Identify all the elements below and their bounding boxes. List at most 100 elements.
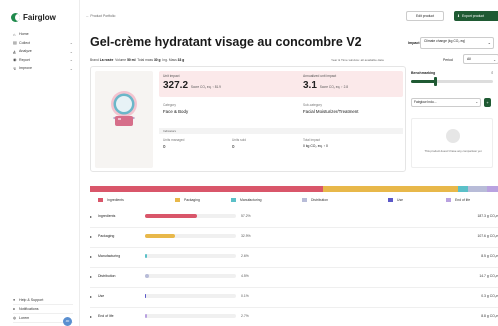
volume-label: Volume <box>115 58 127 62</box>
stack-segment-distribution[interactable] <box>468 186 487 192</box>
benchmarking-empty-state: This product doesn't have any comparison… <box>411 118 493 168</box>
period-label: Period <box>443 58 453 62</box>
empty-state-text: This product doesn't have any comparison… <box>424 149 482 153</box>
row-percent: 0.1% <box>241 293 249 298</box>
unit-impact-stat: Unit impact 327.2 Score CO₂ eq. ↑ 81.9 <box>163 74 221 91</box>
row-bar <box>145 294 147 298</box>
chevron-right-icon[interactable]: ▸ <box>90 254 92 259</box>
annual-impact-unit: Score CO₂ eq. ↑ 2.8 <box>319 85 349 89</box>
sidebar-item-improve[interactable]: ↯ Improve ⌄ <box>13 64 73 73</box>
lifecycle-stacked-bar <box>90 186 498 192</box>
chart-legend: Ingredients Packaging Manufacturing Distrib… <box>90 195 498 204</box>
category-field: Category Face & Body <box>163 103 188 114</box>
lifecycle-row[interactable]: ▸ End of life 2.7% 8.8 g CO₂e <box>90 308 498 326</box>
row-bar <box>145 274 150 278</box>
total-impact-value: 0 kg CO₂ eq. ↑ 0 <box>303 143 328 148</box>
category-value: Face & Body <box>163 108 189 114</box>
chevron-right-icon[interactable]: ▸ <box>90 274 92 279</box>
unit-impact-unit: Score CO₂ eq. ↑ 81.9 <box>190 85 221 89</box>
row-label: Distribution <box>98 274 116 278</box>
stack-segment-packaging[interactable] <box>323 186 458 192</box>
row-label: Packaging <box>98 234 115 238</box>
sidebar-item-label: Collect <box>19 40 30 45</box>
app-logo[interactable]: Fairglow <box>11 13 56 22</box>
lifecycle-row[interactable]: ▸ Distribution 4.5% 14.7 g CO₂e <box>90 268 498 288</box>
chevron-right-icon[interactable]: ▸ <box>90 294 92 299</box>
row-percent: 32.9% <box>241 233 251 238</box>
sidebar-item-label: Improve <box>19 66 32 71</box>
sidebar-item-home[interactable]: ⌂ Home <box>13 30 73 39</box>
ing-mass-value: 33 g <box>177 58 185 62</box>
empty-state-icon <box>446 129 460 143</box>
unit-impact-value-line: 327.2 Score CO₂ eq. ↑ 81.9 <box>163 80 221 91</box>
stack-segment-ingredients[interactable] <box>90 186 324 192</box>
legend-item: Manufacturing <box>231 197 262 202</box>
lifecycle-rows: ▸ Ingredients 57.2% 187.3 g CO₂e ▸ Packaging 3… <box>90 208 498 326</box>
ing-mass-label: Ing. Mass <box>162 58 177 62</box>
benchmarking-select[interactable]: Fairglow Indu... ⌄ <box>411 98 481 107</box>
edit-product-button[interactable]: Edit product <box>406 11 444 21</box>
annual-impact-value: 3.1 <box>303 80 317 91</box>
search-icon[interactable]: ⌕ <box>491 70 494 75</box>
brand-value: La rosée <box>99 58 114 62</box>
legend-label: Ingredients <box>107 197 124 202</box>
impact-select[interactable]: Climate change (kg CO₂ eq) ⌄ <box>420 37 494 49</box>
impact-label: Impact <box>408 41 420 45</box>
legend-label: End of life <box>455 197 471 202</box>
product-meta: Brand La rosée Volume 50 ml Total mass 3… <box>90 58 184 62</box>
breadcrumb[interactable]: ← Product Portfolio <box>86 14 115 18</box>
row-percent: 4.5% <box>241 273 249 278</box>
lifecycle-row[interactable]: ▸ Ingredients 57.2% 187.3 g CO₂e <box>90 208 498 228</box>
period-select[interactable]: All ⌄ <box>463 54 498 64</box>
sidebar-item-help[interactable]: ● Help & Support <box>13 296 73 305</box>
row-amount: 14.7 g CO₂e <box>479 273 498 278</box>
lifecycle-row[interactable]: ▸ Manufacturing 2.6% 8.5 g CO₂e <box>90 248 498 268</box>
legend-item: Packaging <box>175 197 200 202</box>
impact-select-value: Climate change (kg CO₂ eq) <box>424 39 466 43</box>
chevron-down-icon: ⌄ <box>487 40 491 45</box>
units-managed-field: Units managed 0 <box>163 138 184 149</box>
stack-segment-end-of-life[interactable] <box>486 186 498 192</box>
lifecycle-row[interactable]: ▸ Use 0.1% 0.3 g CO₂e <box>90 288 498 308</box>
sidebar-item-collect[interactable]: ▤ Collect ⌄ <box>13 39 73 48</box>
chevron-right-icon[interactable]: ▸ <box>90 234 92 239</box>
slider-fill <box>411 80 436 83</box>
row-bar <box>145 234 175 238</box>
sidebar-item-report[interactable]: ◉ Report ⌄ <box>13 56 73 65</box>
row-amount: 0.3 g CO₂e <box>481 293 498 298</box>
row-percent: 57.2% <box>241 213 251 218</box>
chevron-right-icon[interactable]: ▸ <box>90 214 92 219</box>
row-label: End of life <box>98 314 114 318</box>
row-bar-track <box>145 254 236 258</box>
row-bar-track <box>145 274 236 278</box>
sidebar-item-label: Lorem <box>19 316 30 320</box>
row-bar-track <box>145 214 236 218</box>
row-label: Ingredients <box>98 214 116 218</box>
unit-impact-value: 327.2 <box>163 80 189 91</box>
legend-label: Use <box>397 197 404 202</box>
total-mass-label: Total mass <box>137 58 154 62</box>
main-content: ← Product Portfolio Edit product ⬇ Expor… <box>80 0 498 326</box>
benchmarking-slider[interactable] <box>411 77 493 86</box>
app-name: Fairglow <box>23 13 56 22</box>
stack-segment-manufacturing[interactable] <box>457 186 469 192</box>
export-product-button[interactable]: ⬇ Export product <box>454 11 498 21</box>
sidebar-item-notifications[interactable]: ♠ Notifications <box>13 305 73 314</box>
legend-item: Ingredients <box>98 197 124 202</box>
avatar[interactable]: JD <box>63 317 72 326</box>
row-bar <box>145 214 198 218</box>
row-amount: 187.3 g CO₂e <box>477 213 498 218</box>
subcategory-value: Facial Moisturizer/Treatment <box>303 108 359 114</box>
slider-handle[interactable] <box>434 77 438 86</box>
sidebar-item-label: Home <box>19 32 29 37</box>
sidebar-item-analyze[interactable]: ◭ Analyze ⌄ <box>13 47 73 56</box>
add-comparison-button[interactable]: + <box>484 98 491 107</box>
chevron-right-icon[interactable]: ▸ <box>90 314 92 319</box>
annual-impact-stat: Annualized unit impact 3.1 Score CO₂ eq.… <box>303 74 348 91</box>
row-bar-track <box>145 234 236 238</box>
chevron-down-icon: ⌄ <box>493 58 496 62</box>
chevron-down-icon: ⌄ <box>69 48 73 54</box>
legend-label: Packaging <box>184 197 200 202</box>
lifecycle-row[interactable]: ▸ Packaging 32.9% 107.6 g CO₂e <box>90 228 498 248</box>
period-select-value: All <box>467 57 471 61</box>
